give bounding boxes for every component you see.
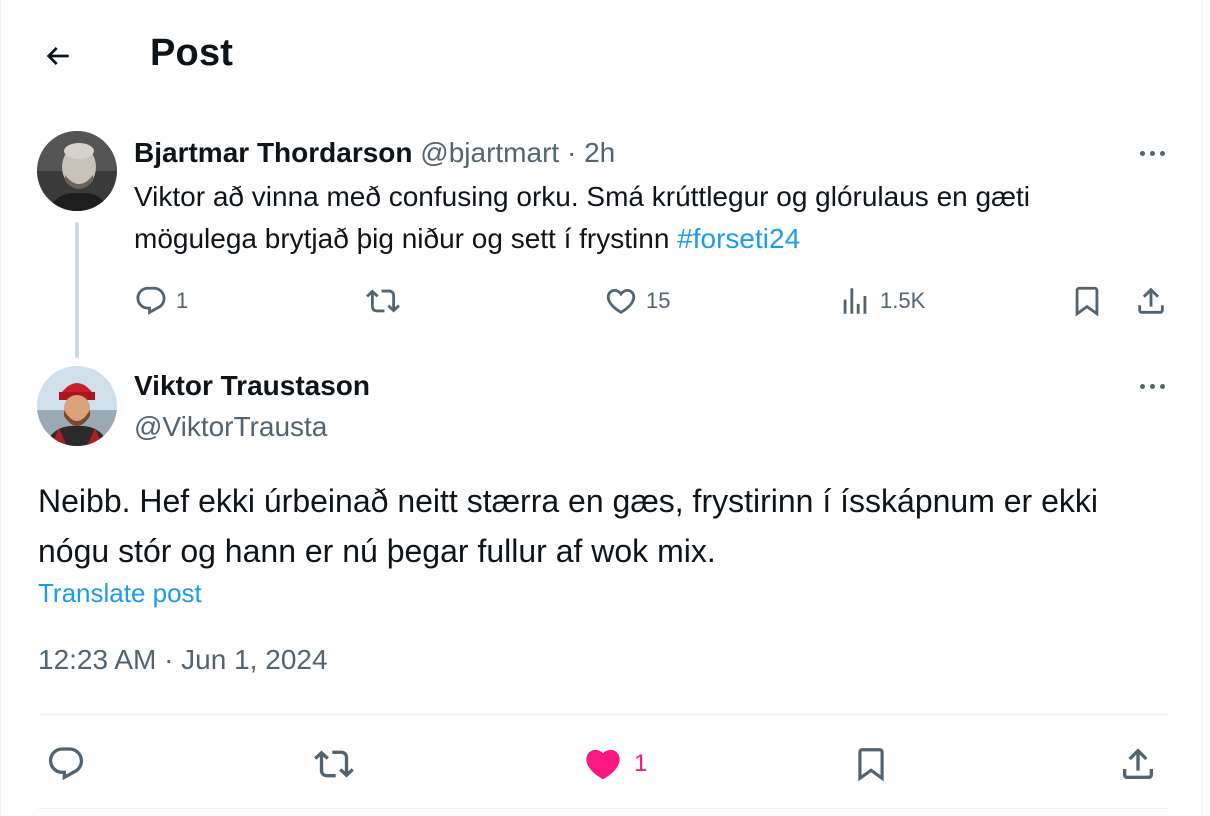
share-button[interactable] (1118, 744, 1158, 784)
share-icon (1123, 748, 1153, 779)
views-count: 1.5K (880, 288, 926, 313)
more-icon-dot (1139, 383, 1145, 389)
like-icon (606, 288, 636, 314)
parent-share-button[interactable] (1134, 284, 1168, 318)
translate-post-link[interactable]: Translate post (38, 578, 202, 609)
parent-post-text: Viktor að vinna með confusing orku. Smá … (134, 176, 1154, 260)
parent-reply-button[interactable]: 1 (134, 284, 188, 318)
repost-button[interactable] (312, 744, 356, 784)
reply-post-text: Neibb. Hef ekki úrbeinað neitt stærra en… (38, 483, 1098, 569)
time-separator: · (566, 137, 577, 168)
more-icon-dot (1159, 383, 1165, 389)
more-icon-dot (1159, 150, 1165, 156)
frame-left-border (0, 0, 1, 816)
reply-author-name[interactable]: Viktor Traustason (134, 368, 370, 404)
reply-author-avatar[interactable] (37, 366, 117, 446)
like-button[interactable]: 1 (582, 744, 647, 784)
back-arrow-icon (46, 47, 69, 65)
parent-like-button[interactable]: 15 (604, 284, 670, 318)
parent-post-body: Viktor að vinna með confusing orku. Smá … (134, 181, 1030, 254)
more-icon-dot (1139, 150, 1145, 156)
page-title: Post (150, 32, 234, 74)
post-header: Post (0, 0, 1210, 110)
more-icon-dot (1149, 383, 1155, 389)
frame-right-border (1202, 0, 1203, 816)
parent-author-name[interactable]: Bjartmar Thordarson (134, 137, 413, 168)
reply-count: 1 (176, 288, 189, 313)
parent-repost-button[interactable] (366, 284, 400, 318)
back-button[interactable] (36, 34, 80, 78)
more-icon-dot (1149, 150, 1155, 156)
repost-icon (366, 289, 400, 313)
reply-like-count: 1 (634, 750, 648, 777)
parent-post-time[interactable]: 2h (584, 137, 615, 168)
parent-views-button[interactable]: 1.5K (838, 284, 925, 318)
action-bar-top-divider (38, 714, 1168, 715)
parent-post-header: Bjartmar Thordarson @bjartmart · 2h (134, 135, 615, 171)
bookmark-icon (858, 748, 884, 782)
reply-button[interactable] (46, 744, 86, 784)
reply-icon (48, 747, 84, 781)
repost-icon (314, 750, 354, 778)
bookmark-button[interactable] (852, 744, 890, 784)
share-icon (1138, 287, 1164, 314)
parent-author-avatar[interactable] (37, 131, 117, 211)
post-timestamp[interactable]: 12:23 AM · Jun 1, 2024 (38, 644, 328, 676)
parent-bookmark-button[interactable] (1070, 284, 1104, 318)
parent-author-handle[interactable]: @bjartmart (420, 137, 559, 168)
avatar-image (37, 366, 117, 446)
reply-more-button[interactable] (1132, 371, 1172, 401)
bookmark-icon (1075, 286, 1099, 317)
liked-heart-icon (586, 749, 620, 780)
parent-more-button[interactable] (1132, 138, 1172, 168)
reply-author-handle[interactable]: @ViktorTrausta (134, 409, 327, 445)
views-icon (843, 288, 867, 314)
avatar-image (37, 131, 117, 211)
thread-connector-line (75, 222, 79, 358)
reply-icon (136, 286, 166, 315)
like-count: 15 (646, 288, 671, 313)
action-bar-bottom-divider (38, 808, 1168, 809)
hashtag-link[interactable]: #forseti24 (677, 223, 800, 254)
